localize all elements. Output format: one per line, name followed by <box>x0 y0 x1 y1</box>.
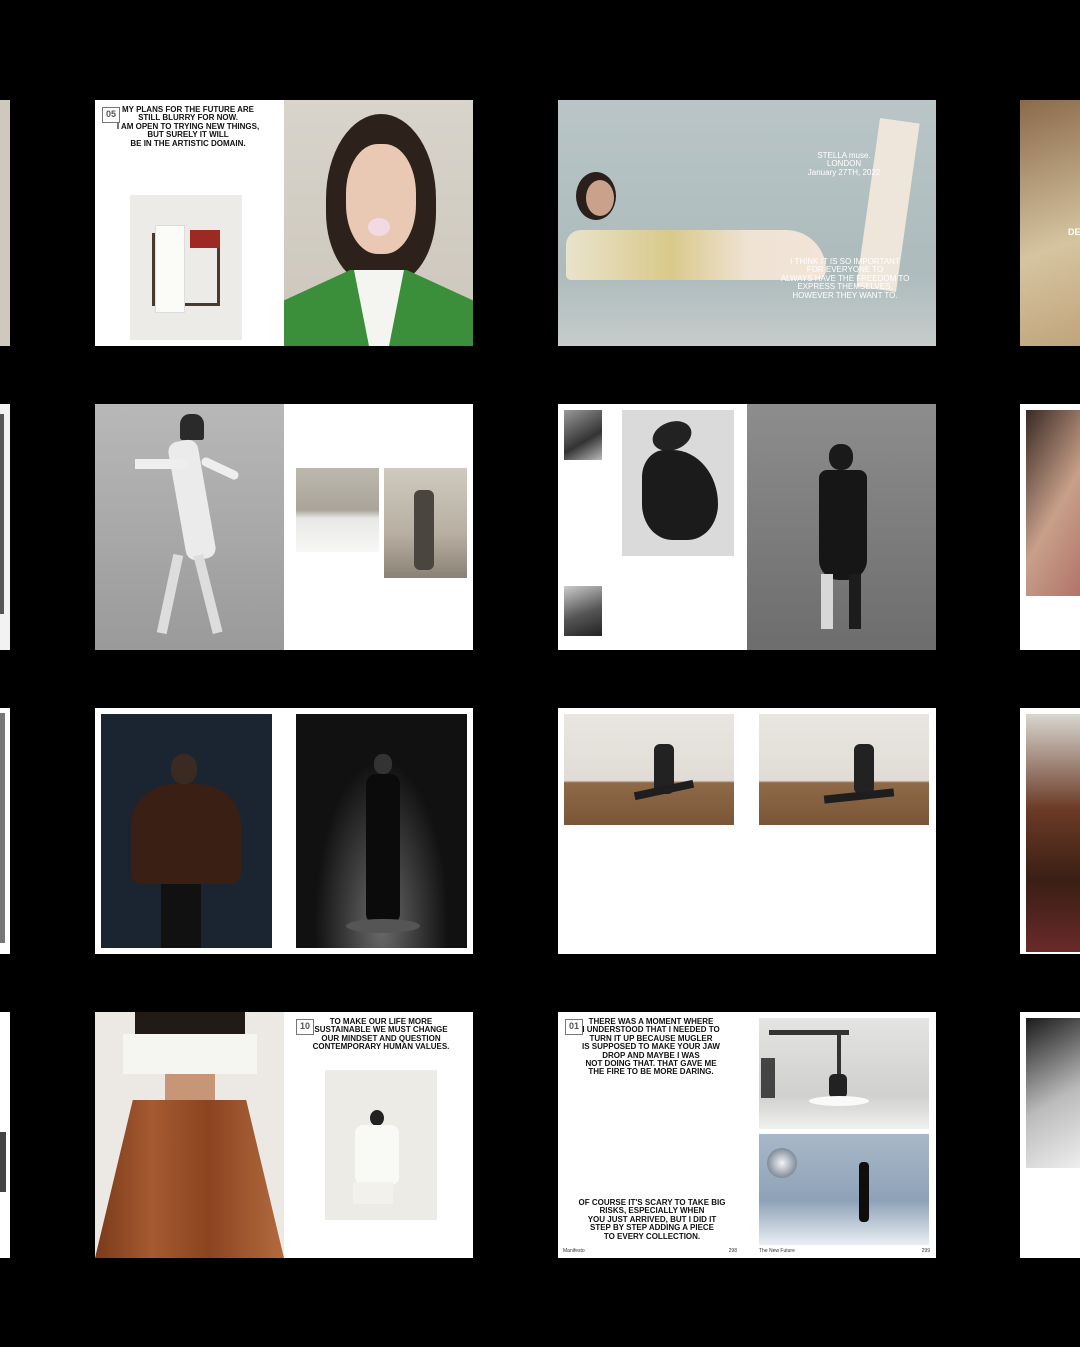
photo-model-leather-jacket <box>101 714 272 948</box>
photo-model-white-studio <box>325 1070 437 1220</box>
partial-spread-right-3 <box>1020 708 1080 954</box>
spread-bw-sequins <box>558 404 936 650</box>
footer-section-right: The New Future <box>759 1248 795 1254</box>
right-page: 10 TO MAKE OUR LIFE MORE SUSTAINABLE WE … <box>284 1012 473 1258</box>
photo-thumb-bottom <box>564 586 602 636</box>
left-page <box>95 404 284 650</box>
right-page: The New Future 299 <box>747 1012 936 1258</box>
photo-model-rust-trousers <box>95 1012 284 1258</box>
footer-section-left: Manifesto <box>563 1248 585 1254</box>
spread-sustainable: 10 TO MAKE OUR LIFE MORE SUSTAINABLE WE … <box>95 1012 473 1258</box>
spread-mugler: 01 THERE WAS A MOMENT WHERE I UNDERSTOOD… <box>558 1012 936 1258</box>
partial-spread-left-2 <box>0 404 10 650</box>
photo-model-bodysuit-smoke <box>296 714 467 948</box>
left-page: 05 MY PLANS FOR THE FUTURE ARE STILL BLU… <box>95 100 284 346</box>
photo-studio-crane <box>759 1018 929 1129</box>
left-page: 01 THERE WAS A MOMENT WHERE I UNDERSTOOD… <box>558 1012 747 1258</box>
spread-dark-portraits <box>95 708 473 954</box>
partial-spread-right-4 <box>1020 1012 1080 1258</box>
partial-spread-right-1: De <box>1020 100 1080 346</box>
pull-quote: MY PLANS FOR THE FUTURE ARE STILL BLURRY… <box>116 105 260 148</box>
pull-quote: I THINK IT IS SO IMPORTANT FOR EVERYONE … <box>780 257 910 300</box>
spread-seated-floor <box>558 708 936 954</box>
right-page <box>284 404 473 650</box>
photo-seated-floor-1 <box>564 714 734 825</box>
pull-quote: TO MAKE OUR LIFE MORE SUSTAINABLE WE MUS… <box>312 1017 450 1052</box>
partial-spread-left-4 <box>0 1012 10 1258</box>
left-page <box>95 1012 284 1258</box>
photo-model-black-cape <box>622 410 734 556</box>
footer-page-left: 298 <box>728 1248 737 1254</box>
right-page <box>284 708 473 954</box>
photo-interior-room <box>1026 714 1080 952</box>
photo-studio-spotlight <box>759 1134 929 1245</box>
photo-model-reclining <box>558 100 936 346</box>
pull-quote-top: THERE WAS A MOMENT WHERE I UNDERSTOOD TH… <box>582 1017 720 1077</box>
partial-spread-right-2 <box>1020 404 1080 650</box>
event-title: STELLA muse. LONDON January 27TH, 2022 <box>807 151 881 177</box>
photo-model-sequin-dress <box>805 444 885 639</box>
partial-text: De <box>1068 227 1080 237</box>
left-page <box>558 404 747 650</box>
right-page <box>284 100 473 346</box>
spread-stella-muse: STELLA muse. LONDON January 27TH, 2022 I… <box>558 100 936 346</box>
photo-car-window <box>296 468 379 552</box>
photo-model-bw <box>1026 1018 1080 1168</box>
partial-spread-left-1 <box>0 100 10 346</box>
spread-future-plans: 05 MY PLANS FOR THE FUTURE ARE STILL BLU… <box>95 100 473 346</box>
right-page <box>747 404 936 650</box>
photo-seated-floor-2 <box>759 714 929 825</box>
spread-bw-walking <box>95 404 473 650</box>
photo-model-white-dress <box>135 414 245 644</box>
photo-model-street <box>384 468 467 578</box>
footer-page-right: 299 <box>921 1248 930 1254</box>
photo-face-closeup <box>1026 410 1080 596</box>
partial-spread-left-3 <box>0 708 10 954</box>
left-page <box>95 708 284 954</box>
photo-thumb-top <box>564 410 602 460</box>
pull-quote-bottom: OF COURSE IT'S SCARY TO TAKE BIG RISKS, … <box>578 1198 726 1241</box>
photo-chair-with-coat <box>130 195 242 340</box>
photo-portrait-bubblegum <box>284 100 473 346</box>
